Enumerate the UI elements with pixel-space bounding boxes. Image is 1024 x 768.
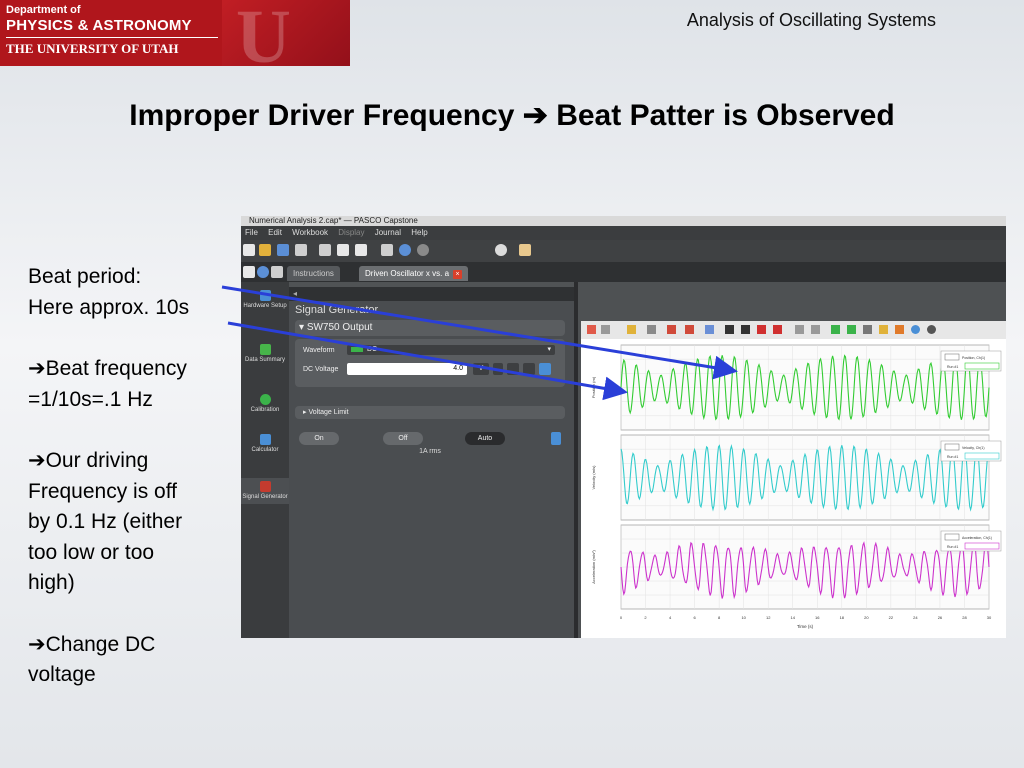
arrow-to-beat-node bbox=[227, 321, 628, 401]
annotation-arrows bbox=[221, 285, 738, 401]
arrow-to-beat-start bbox=[221, 285, 738, 380]
